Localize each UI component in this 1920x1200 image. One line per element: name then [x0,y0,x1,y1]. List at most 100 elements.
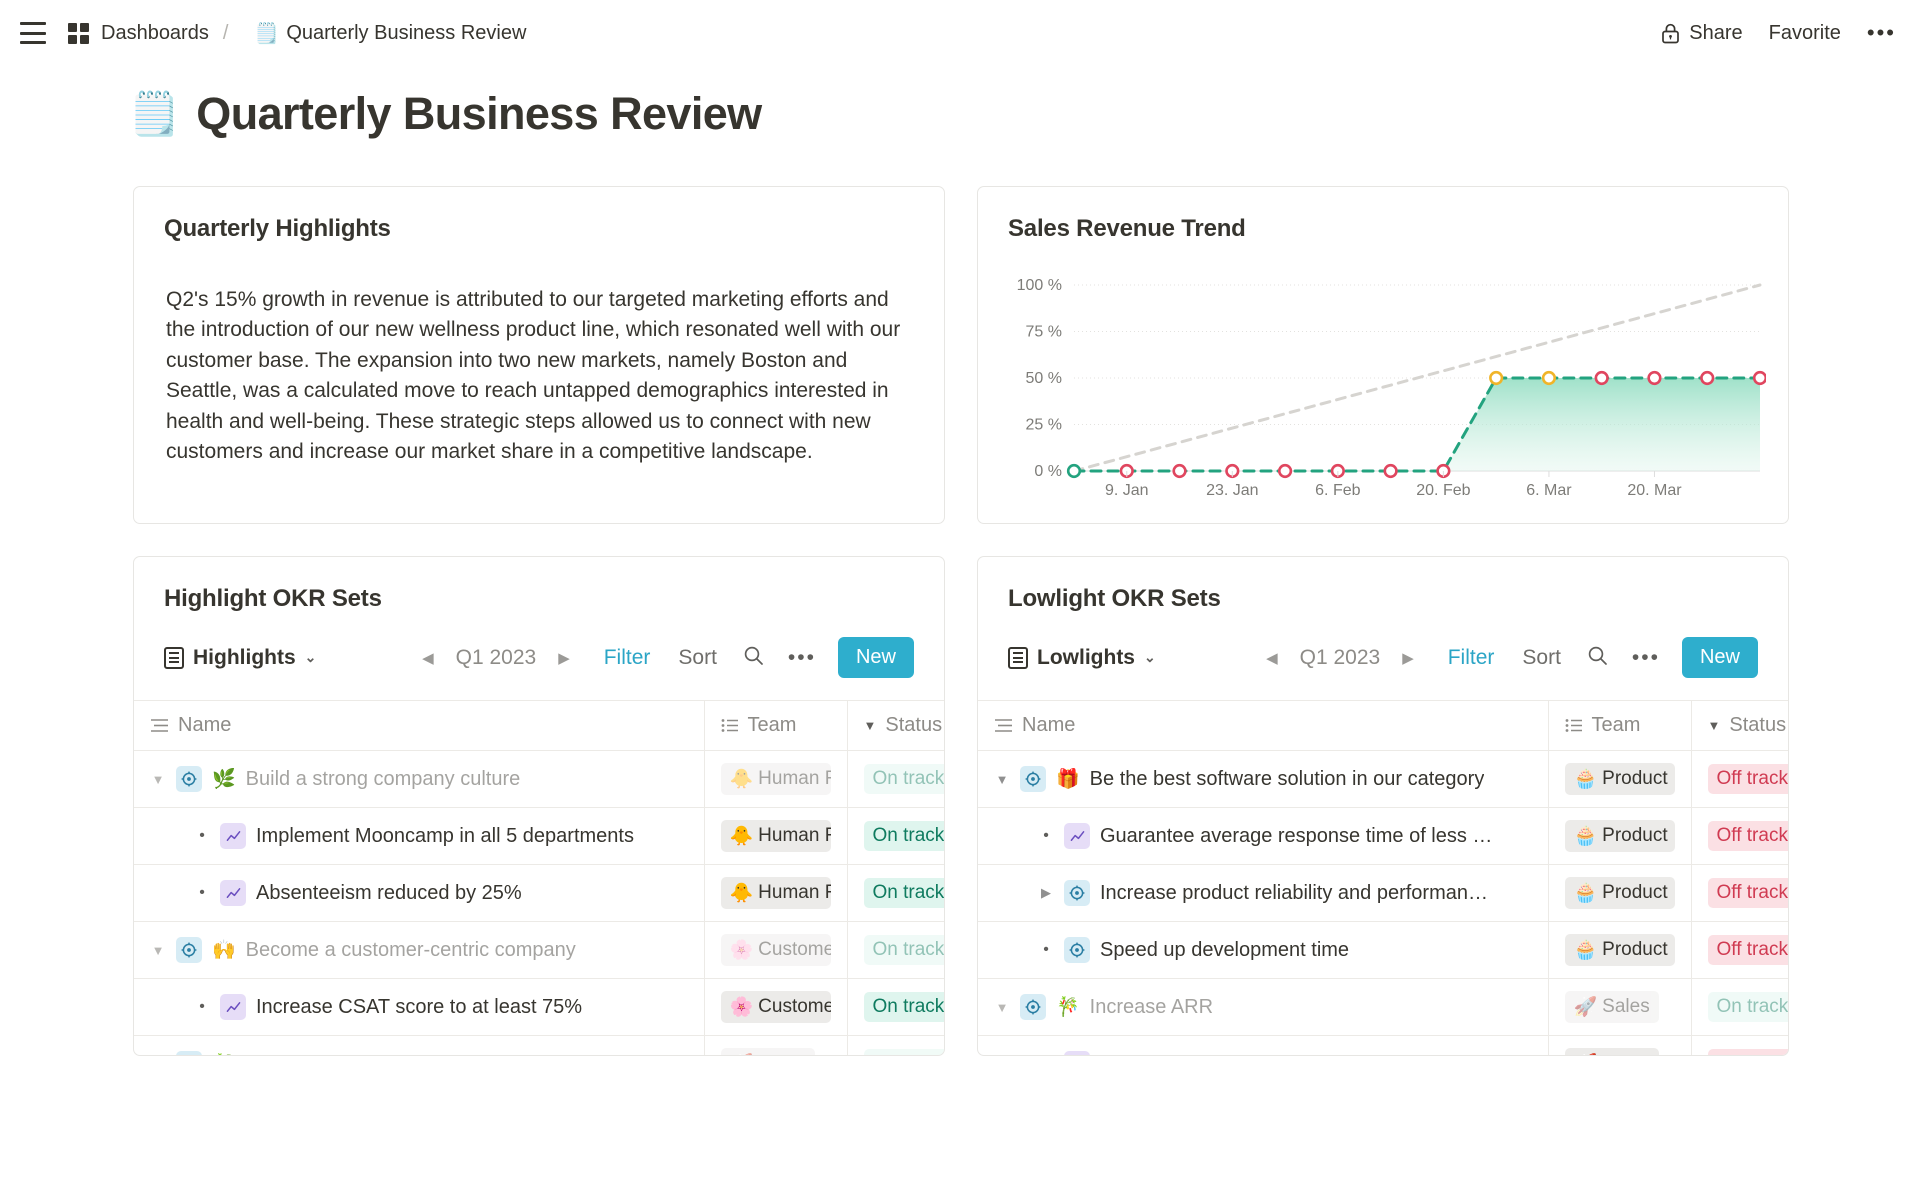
row-team-cell[interactable]: 🌸Customer S [703,978,847,1036]
table-row[interactable]: ▼ 🌿 Build a strong company culture 🐥Human R… [134,750,944,808]
lowlight-col-status[interactable]: ▼ Status [1690,700,1788,751]
breadcrumb-dashboards[interactable]: Dashboards [101,22,209,45]
row-status-cell[interactable]: On track [846,864,944,922]
row-team-cell[interactable]: 🐥Human Res [703,807,847,865]
objective-icon [1064,880,1090,906]
row-team-cell[interactable]: 🧁 Product [1547,807,1691,865]
top-bar-actions: Share Favorite ••• [1661,22,1896,45]
row-name-cell[interactable]: • Speed up development time [978,921,1548,979]
row-status-cell[interactable]: Off track [1690,864,1788,922]
highlight-more-button[interactable]: ••• [788,647,816,668]
hamburger-icon[interactable] [20,22,46,44]
row-team-cell[interactable]: 🌸Customer S [703,921,847,979]
table-row[interactable]: • Speed up development time 🧁 Product Off tr… [978,921,1788,979]
lowlight-next-period-button[interactable]: ▶ [1396,649,1420,667]
lowlight-filter-button[interactable]: Filter [1448,646,1495,670]
table-row[interactable]: ▼ 🎁 Be the best software solution in our c… [978,750,1788,808]
table-row[interactable]: • Implement Mooncamp in all 5 departments… [134,807,944,865]
share-button[interactable]: Share [1661,22,1743,45]
row-expander-icon[interactable]: ▼ [994,772,1010,787]
svg-text:9. Jan: 9. Jan [1105,482,1149,499]
table-row[interactable]: • Absenteeism reduced by 25% 🐥Human Res On … [134,864,944,922]
row-name-cell[interactable]: • Guarantee average response time of less… [978,807,1548,865]
row-expander-icon[interactable]: ▼ [150,943,166,958]
objective-icon [176,1051,202,1055]
team-emoji: 🧁 [1573,769,1598,790]
row-name-cell[interactable]: • Absenteeism reduced by 25% [134,864,704,922]
lowlight-col-team[interactable]: Team [1547,700,1691,751]
row-name-cell[interactable]: ▼ 🌿 Build a strong company culture [134,750,704,808]
row-bullet-icon[interactable]: • [194,998,210,1016]
row-status-cell[interactable]: On track [1690,978,1788,1036]
row-status-cell[interactable]: On track [846,750,944,808]
row-status-cell[interactable]: Off track [1690,807,1788,865]
row-team-cell[interactable]: 🚀Sales [703,1035,847,1055]
objective-icon [176,766,202,792]
table-row[interactable]: ▼ 🙌 Become a customer-centric company 🌸 Cust… [134,921,944,979]
lowlight-prev-period-button[interactable]: ◀ [1260,649,1284,667]
row-team-cell[interactable]: 🧁 Product [1547,750,1691,808]
more-options-button[interactable]: ••• [1867,22,1896,44]
row-bullet-icon[interactable]: • [1038,941,1054,959]
table-row[interactable]: • Add 4M EUR in new ARR 🚀 Sales Off track [978,1035,1788,1056]
dashboards-grid-icon[interactable] [68,22,89,44]
highlight-view-selector[interactable]: Highlights ⌄ [164,646,316,670]
lowlight-new-button[interactable]: New [1681,637,1758,678]
lowlight-col-name[interactable]: Name [978,700,1548,751]
row-bullet-icon[interactable]: • [1038,1055,1054,1056]
team-chip: 🧁 Product [1564,877,1675,909]
highlight-new-button[interactable]: New [837,637,914,678]
row-team-cell[interactable]: 🐥Human Res [703,750,847,808]
highlight-sort-button[interactable]: Sort [678,646,717,670]
page-title-text: Quarterly Business Review [196,88,762,139]
row-name-cell[interactable]: • Increase CSAT score to at least 75% [134,978,704,1036]
highlight-prev-period-button[interactable]: ◀ [416,649,440,667]
row-team-cell[interactable]: 🚀Sales [1547,1035,1691,1055]
table-row[interactable]: ▼🎋Increase ARR🚀SalesOn track [978,978,1788,1036]
objective-icon [1020,766,1046,792]
lowlight-sort-button[interactable]: Sort [1522,646,1561,670]
row-team-cell[interactable]: 🐥Human Res [703,864,847,922]
breadcrumb-current[interactable]: 🗒️ Quarterly Business Review [254,21,526,46]
row-status-cell[interactable]: On track [846,807,944,865]
row-team-cell[interactable]: 🚀Sales [1547,978,1691,1036]
row-expander-icon[interactable]: ▼ [994,1000,1010,1015]
highlight-col-status[interactable]: ▼ Status [846,700,944,751]
row-status-cell[interactable]: Off track [1690,921,1788,979]
row-name-cell[interactable]: ▼🎋Increase ARR [134,1035,704,1055]
lowlight-view-selector[interactable]: Lowlights ⌄ [1008,646,1156,670]
highlight-period-label: Q1 2023 [455,645,537,669]
table-row[interactable]: • Increase CSAT score to at least 75% 🌸 Cus… [134,978,944,1036]
search-icon[interactable] [743,645,764,671]
row-status-cell[interactable]: Off track [1690,1035,1788,1055]
row-status-cell[interactable]: On track [846,1035,944,1055]
table-row[interactable]: ▼🎋Increase ARR🚀SalesOn track [134,1035,944,1055]
row-status-cell[interactable]: On track [846,978,944,1036]
row-expander-icon[interactable]: ▼ [150,772,166,787]
page-title-emoji: 🗒️ [128,90,181,137]
quarterly-highlights-title: Quarterly Highlights [164,215,391,242]
table-row[interactable]: • Guarantee average response time of less… [978,807,1788,865]
row-team-cell[interactable]: 🧁 Product [1547,921,1691,979]
row-team-cell[interactable]: 🧁 Product [1547,864,1691,922]
highlight-col-name[interactable]: Name [134,700,704,751]
row-name-cell[interactable]: ▶ Increase product reliability and perfor… [978,864,1548,922]
lowlight-more-button[interactable]: ••• [1632,647,1660,668]
row-name-cell[interactable]: • Implement Mooncamp in all 5 departments [134,807,704,865]
search-icon[interactable] [1587,645,1608,671]
table-row[interactable]: ▶ Increase product reliability and perfor… [978,864,1788,922]
row-name-cell[interactable]: ▼🎋Increase ARR [978,978,1548,1036]
row-name-cell[interactable]: ▼ 🎁 Be the best software solution in our c… [978,750,1548,808]
favorite-button[interactable]: Favorite [1769,22,1841,45]
highlight-col-team[interactable]: Team [703,700,847,751]
row-bullet-icon[interactable]: • [1038,827,1054,845]
row-expander-icon[interactable]: ▶ [1038,885,1054,901]
highlight-filter-button[interactable]: Filter [604,646,651,670]
row-name-cell[interactable]: ▼ 🙌 Become a customer-centric company [134,921,704,979]
row-bullet-icon[interactable]: • [194,827,210,845]
row-status-cell[interactable]: On track [846,921,944,979]
row-bullet-icon[interactable]: • [194,884,210,902]
highlight-next-period-button[interactable]: ▶ [552,649,576,667]
row-status-cell[interactable]: Off track [1690,750,1788,808]
row-name-cell[interactable]: • Add 4M EUR in new ARR [978,1035,1548,1056]
